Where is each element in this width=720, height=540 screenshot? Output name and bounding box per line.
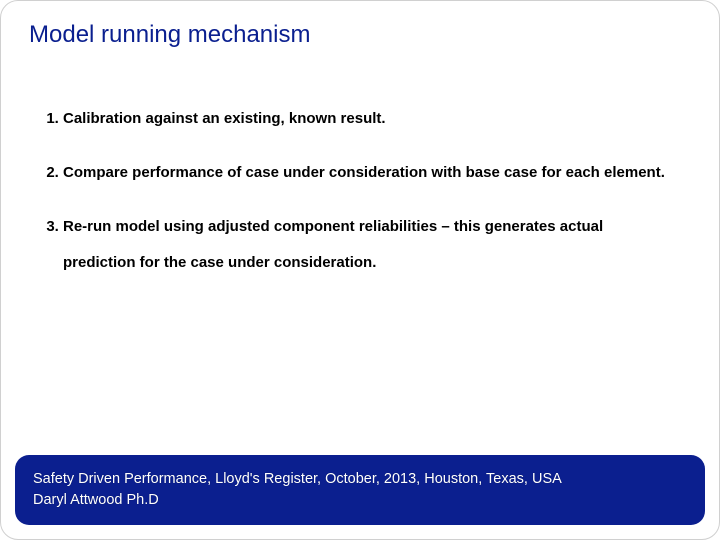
slide-title: Model running mechanism <box>29 21 310 49</box>
slide-content: Calibration against an existing, known r… <box>29 101 679 299</box>
list-item: Re-run model using adjusted component re… <box>63 209 679 281</box>
list-item: Calibration against an existing, known r… <box>63 101 679 137</box>
footer-bar: Safety Driven Performance, Lloyd's Regis… <box>15 455 705 525</box>
footer-line-2: Daryl Attwood Ph.D <box>33 490 687 511</box>
footer-line-1: Safety Driven Performance, Lloyd's Regis… <box>33 469 687 490</box>
numbered-list: Calibration against an existing, known r… <box>29 101 679 281</box>
list-item: Compare performance of case under consid… <box>63 155 679 191</box>
slide-frame: Model running mechanism Calibration agai… <box>0 0 720 540</box>
